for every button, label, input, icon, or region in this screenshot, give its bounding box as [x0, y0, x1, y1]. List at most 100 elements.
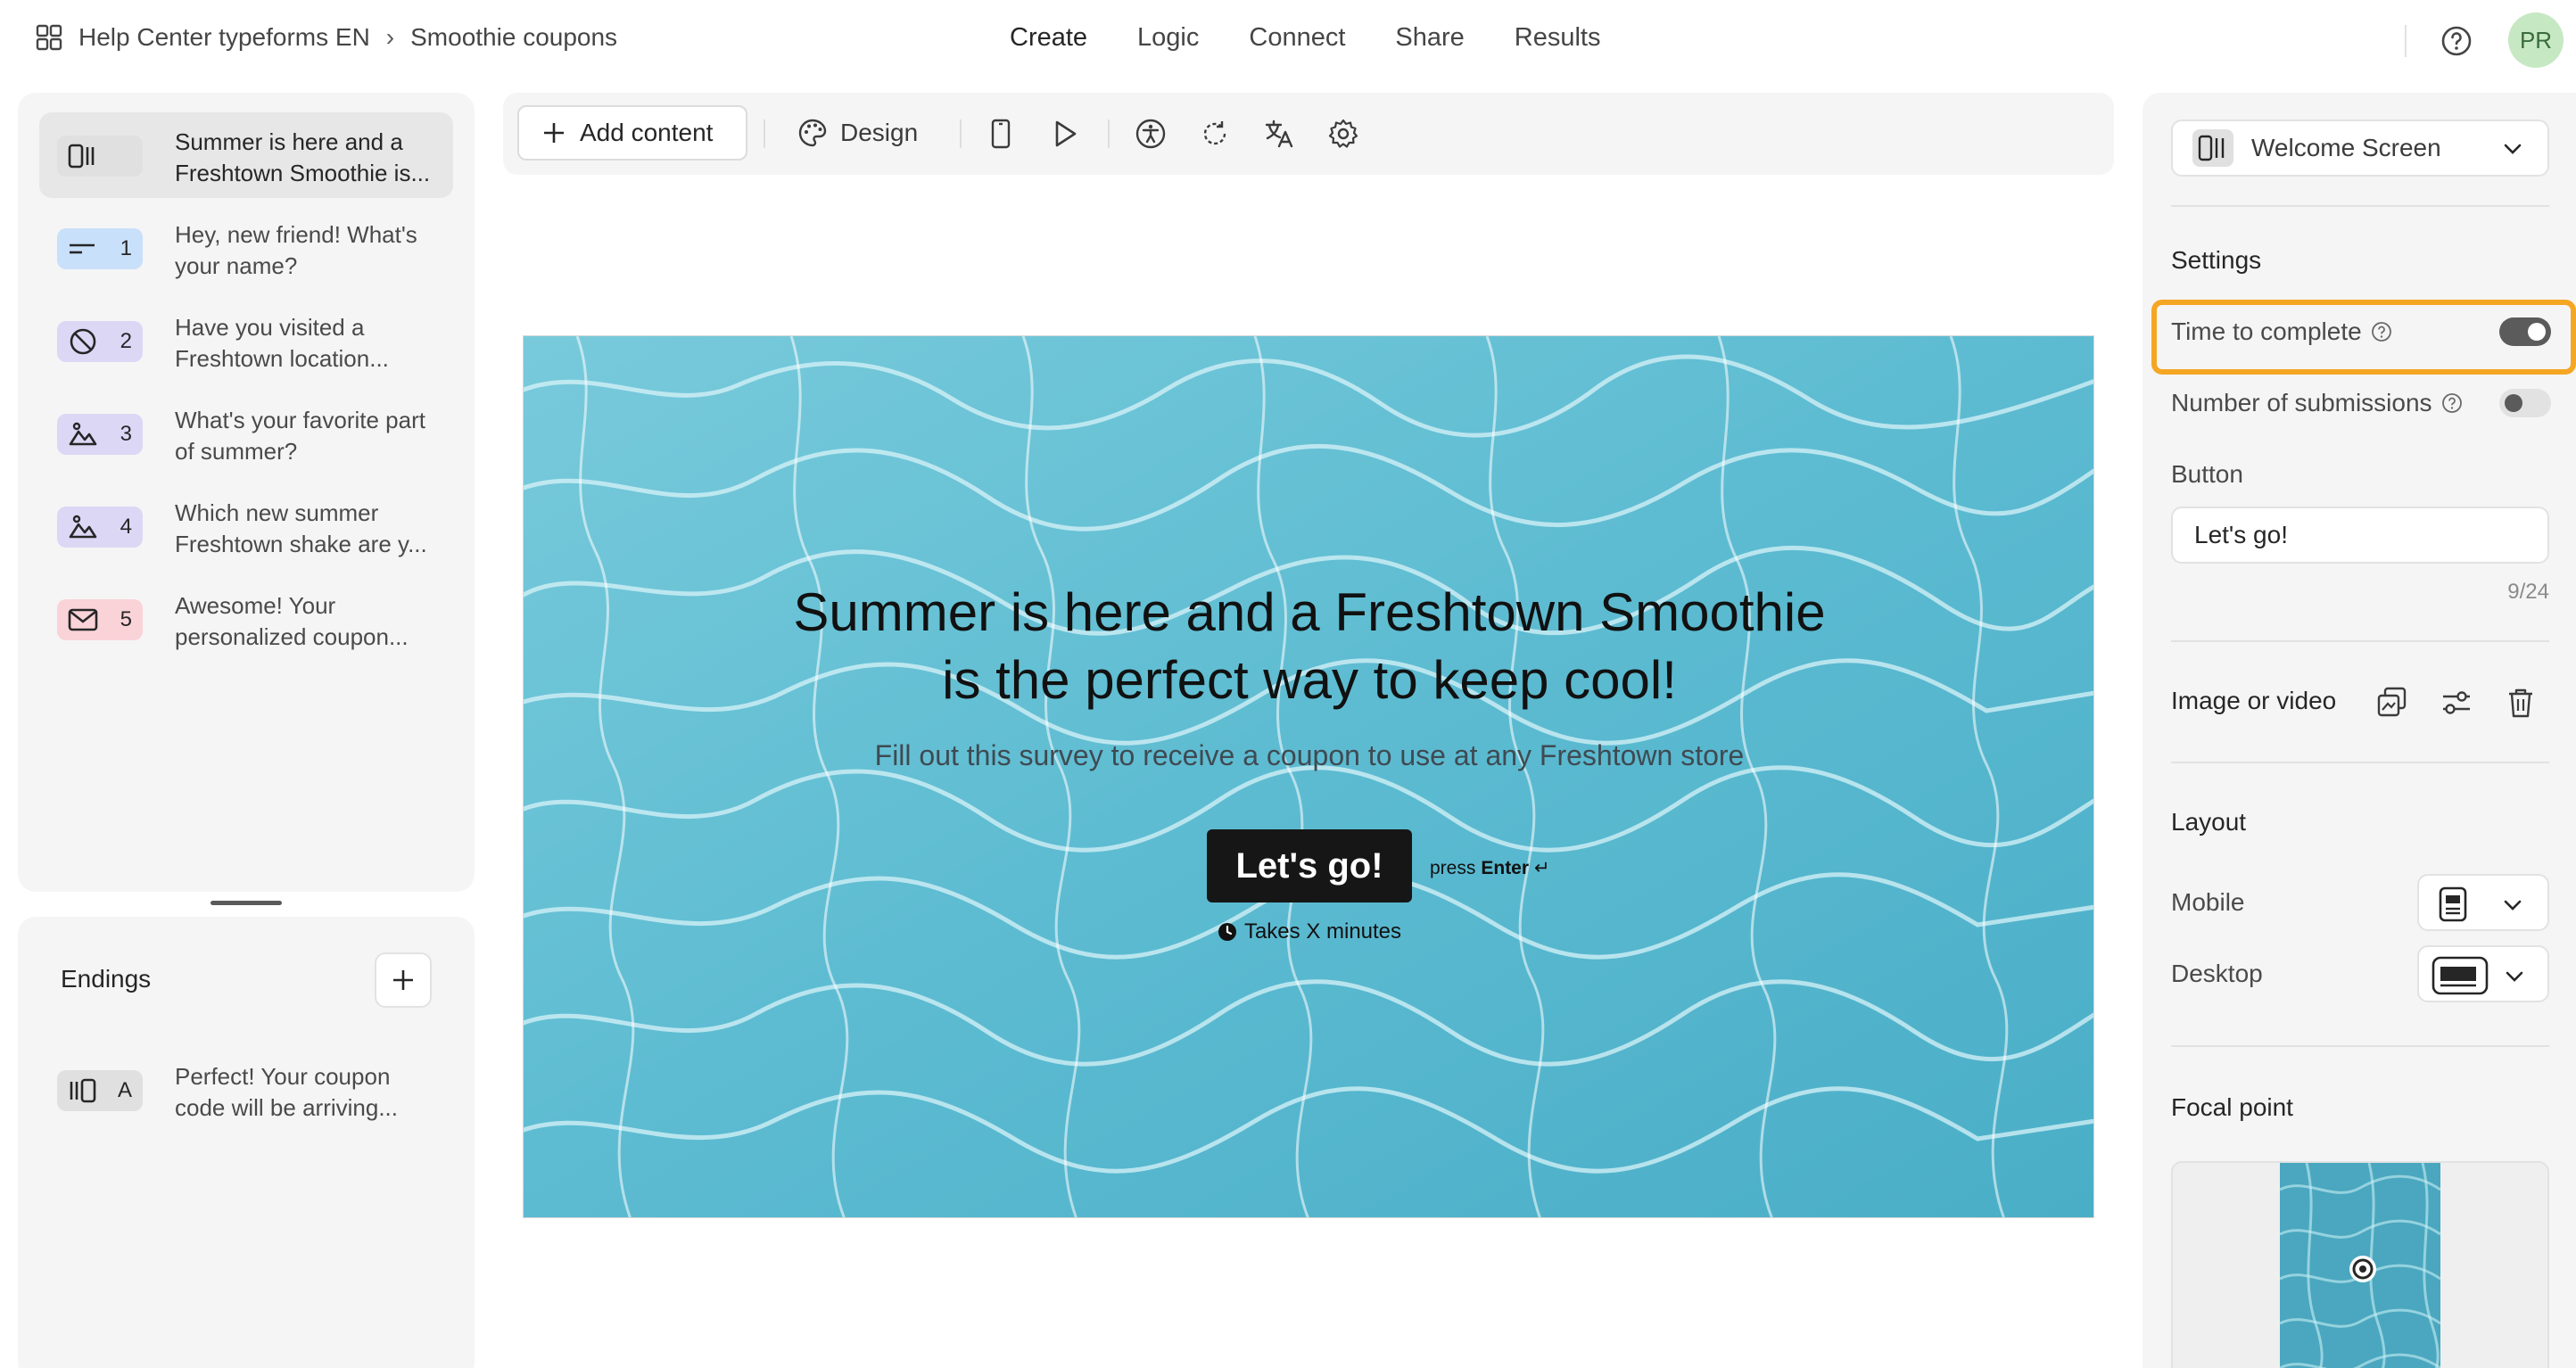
- mobile-layout-icon: [2439, 886, 2467, 922]
- question-list-panel: Summer is here and a Freshtown Smoothie …: [18, 93, 475, 892]
- welcome-description[interactable]: Fill out this survey to receive a coupon…: [524, 739, 2093, 772]
- breadcrumb-separator: ›: [385, 23, 395, 51]
- topbar-divider: [2405, 25, 2407, 57]
- ending-title: Perfect! Your coupon code will be arrivi…: [175, 1063, 398, 1121]
- divider: [2171, 762, 2549, 763]
- welcome-start-button[interactable]: Let's go!: [1207, 829, 1412, 902]
- form-preview[interactable]: Summer is here and a Freshtown Smoothie …: [523, 335, 2094, 1218]
- ending-badge: A: [57, 1070, 143, 1111]
- screen-type-label: Welcome Screen: [2251, 134, 2441, 161]
- yes-no-icon: [70, 328, 96, 355]
- question-item-5[interactable]: 5 Awesome! Your personalized coupon...: [39, 576, 453, 662]
- focal-point-handle[interactable]: [2348, 1254, 2378, 1284]
- question-title: Have you visited a Freshtown location...: [175, 314, 389, 372]
- tab-connect[interactable]: Connect: [1249, 23, 1345, 53]
- divider: [2171, 1045, 2549, 1047]
- mobile-layout-select[interactable]: [2417, 874, 2549, 931]
- screen-type-select[interactable]: Welcome Screen: [2171, 119, 2549, 177]
- tab-share[interactable]: Share: [1395, 23, 1464, 53]
- help-icon[interactable]: [2440, 25, 2473, 57]
- question-title: Which new summer Freshtown shake are y..…: [175, 499, 427, 557]
- question-title: Summer is here and a Freshtown Smoothie …: [175, 128, 431, 186]
- email-icon: [68, 608, 98, 631]
- focal-point-picker[interactable]: [2171, 1161, 2549, 1368]
- time-to-complete-highlight: [2151, 300, 2576, 375]
- adjust-sliders-icon[interactable]: [2439, 685, 2474, 721]
- plus-icon: [544, 123, 564, 143]
- endings-title: Endings: [61, 965, 152, 993]
- question-badge: [57, 136, 143, 177]
- settings-panel: Welcome Screen Settings Time to complete…: [2143, 93, 2576, 1368]
- tab-logic[interactable]: Logic: [1137, 23, 1199, 53]
- press-enter-hint: press Enter ↵: [1430, 857, 1550, 879]
- button-char-counter: 9/24: [2507, 580, 2549, 604]
- palette-icon: [798, 119, 827, 147]
- endings-panel: Endings A Perfect! Your coupon code will…: [18, 917, 475, 1368]
- question-item-3[interactable]: 3 What's your favorite part of summer?: [39, 391, 453, 476]
- settings-title: Settings: [2171, 246, 2262, 274]
- picture-choice-icon: [69, 422, 97, 446]
- divider: [2171, 640, 2549, 642]
- workspace-grid-icon[interactable]: [36, 24, 62, 51]
- welcome-title[interactable]: Summer is here and a Freshtown Smoothie …: [524, 579, 2093, 714]
- chevron-down-icon: [2504, 900, 2522, 911]
- number-of-submissions-row: Number of submissions: [2171, 389, 2463, 417]
- user-avatar[interactable]: PR: [2508, 12, 2564, 68]
- question-item-welcome[interactable]: Summer is here and a Freshtown Smoothie …: [39, 112, 453, 198]
- language-icon[interactable]: [1261, 116, 1297, 152]
- question-number: 1: [120, 236, 132, 260]
- focal-point-title: Focal point: [2171, 1093, 2293, 1121]
- desktop-layout-icon: [2432, 956, 2489, 995]
- button-text-input[interactable]: Let's go!: [2171, 507, 2549, 564]
- settings-gear-icon[interactable]: [1325, 116, 1361, 152]
- question-title: What's your favorite part of summer?: [175, 407, 425, 465]
- ending-item-a[interactable]: A Perfect! Your coupon code will be arri…: [39, 1047, 453, 1133]
- breadcrumb: Help Center typeforms EN › Smoothie coup…: [36, 23, 617, 52]
- question-number: 2: [120, 329, 132, 353]
- question-badge: 2: [57, 321, 143, 362]
- pool-water-background: [524, 336, 2093, 1217]
- tab-results[interactable]: Results: [1515, 23, 1601, 53]
- replace-media-icon[interactable]: [2374, 685, 2410, 721]
- question-title: Awesome! Your personalized coupon...: [175, 592, 409, 650]
- breadcrumb-form-title[interactable]: Smoothie coupons: [410, 23, 617, 52]
- question-item-2[interactable]: 2 Have you visited a Freshtown location.…: [39, 298, 453, 383]
- question-badge: 4: [57, 507, 143, 548]
- accessibility-icon[interactable]: [1133, 116, 1168, 152]
- question-item-4[interactable]: 4 Which new summer Freshtown shake are y…: [39, 483, 453, 569]
- layout-title: Layout: [2171, 808, 2247, 836]
- play-preview-icon[interactable]: [1047, 116, 1083, 152]
- question-item-1[interactable]: 1 Hey, new friend! What's your name?: [39, 205, 453, 291]
- desktop-layout-select[interactable]: [2417, 945, 2549, 1002]
- tab-create[interactable]: Create: [1010, 23, 1087, 53]
- press-label: press: [1430, 857, 1476, 878]
- question-number: 4: [120, 515, 132, 539]
- toolbar-divider: [1108, 119, 1110, 148]
- divider: [2171, 205, 2549, 207]
- chevron-down-icon: [2506, 971, 2523, 982]
- question-badge: 5: [57, 599, 143, 640]
- question-badge: 3: [57, 414, 143, 455]
- trash-icon[interactable]: [2503, 685, 2539, 721]
- plus-icon: [393, 970, 413, 990]
- picture-choice-icon: [69, 515, 97, 539]
- panel-resize-handle[interactable]: [211, 901, 282, 905]
- top-bar: Help Center typeforms EN › Smoothie coup…: [0, 0, 2576, 82]
- toggle-knob: [2505, 394, 2522, 412]
- question-number: 3: [120, 422, 132, 446]
- question-title: Hey, new friend! What's your name?: [175, 221, 417, 279]
- chevron-down-icon: [2504, 144, 2522, 154]
- welcome-screen-icon: [2192, 129, 2233, 167]
- image-or-video-title: Image or video: [2171, 687, 2337, 714]
- design-button[interactable]: Design: [797, 105, 918, 161]
- number-of-submissions-label: Number of submissions: [2171, 389, 2432, 416]
- toolbar-divider: [764, 119, 765, 148]
- info-question-icon[interactable]: [2441, 392, 2463, 414]
- breadcrumb-workspace[interactable]: Help Center typeforms EN: [78, 23, 370, 52]
- add-ending-button[interactable]: [375, 952, 432, 1008]
- translate-refresh-icon[interactable]: [1197, 116, 1233, 152]
- time-to-complete-hint: Takes X minutes: [524, 919, 2093, 944]
- mobile-preview-icon[interactable]: [983, 116, 1019, 152]
- number-of-submissions-toggle[interactable]: [2499, 389, 2551, 417]
- add-content-button[interactable]: Add content: [517, 105, 747, 161]
